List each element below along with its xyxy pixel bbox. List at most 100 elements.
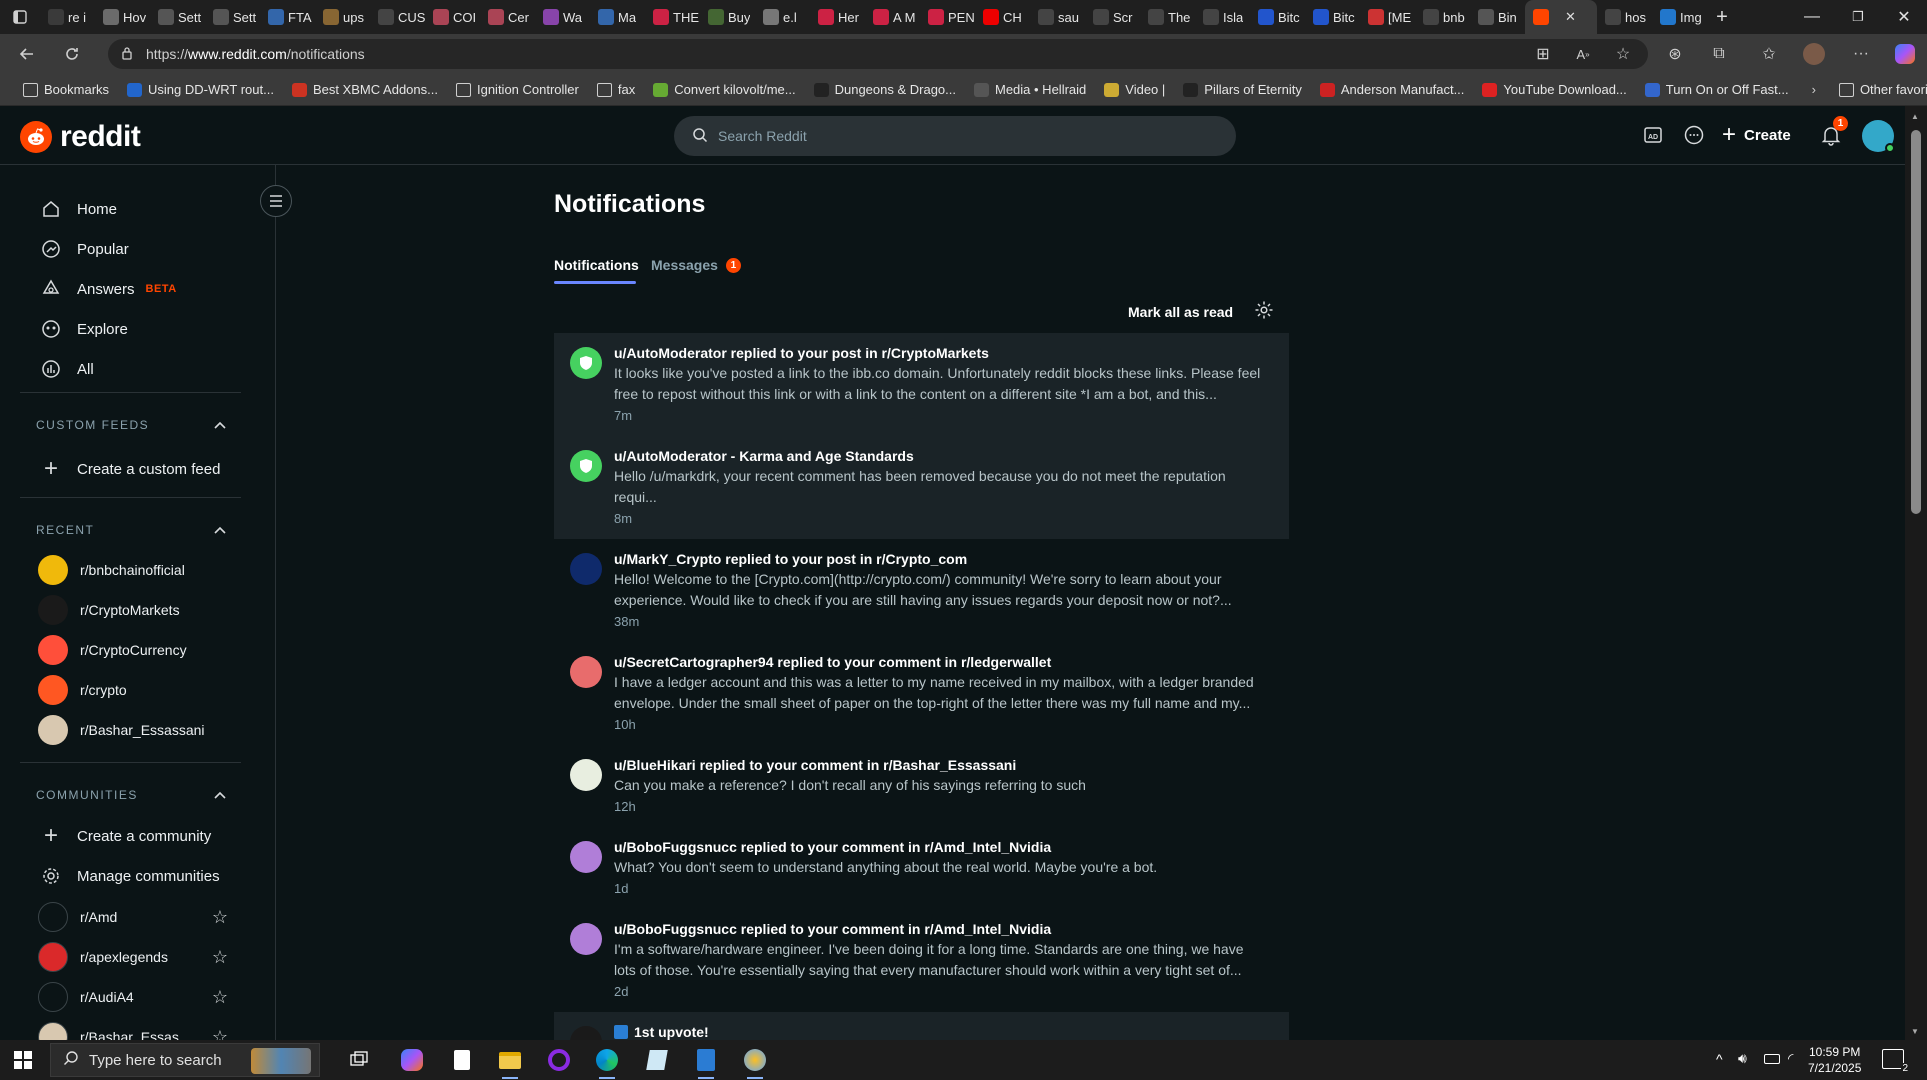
favorite-item[interactable]: Dungeons & Drago... [805, 82, 965, 97]
favorite-star-icon[interactable]: ☆ [212, 987, 228, 1008]
notification-item[interactable]: u/AutoModerator replied to your post in … [554, 333, 1289, 436]
action-center-icon[interactable]: 2 [1882, 1049, 1909, 1074]
notifications-bell-icon[interactable]: 1 [1818, 116, 1848, 148]
extension-icon[interactable]: ⊛ [1664, 43, 1686, 65]
scroll-down-arrow-icon[interactable]: ▼ [1911, 1027, 1919, 1036]
browser-tab[interactable]: Img [1652, 0, 1707, 34]
create-button[interactable]: + Create [1722, 118, 1791, 152]
favorite-item[interactable]: Turn On or Off Fast... [1636, 82, 1798, 97]
favorite-item[interactable]: YouTube Download... [1473, 82, 1635, 97]
extensions-puzzle-icon[interactable]: ⧉ [1708, 43, 1730, 65]
browser-tab[interactable]: Bin [1470, 0, 1525, 34]
favorite-star-icon[interactable]: ☆ [212, 947, 228, 968]
browser-tab[interactable]: Wa [535, 0, 590, 34]
other-favorites-folder[interactable]: Other favorites [1830, 82, 1927, 97]
browser-tab[interactable]: COI [425, 0, 480, 34]
browser-tab[interactable]: Sett [150, 0, 205, 34]
recent-subreddit-item[interactable]: r/Bashar_Essassani [38, 715, 228, 745]
paint-app-icon[interactable] [741, 1046, 769, 1079]
communities-section-header[interactable]: COMMUNITIES [36, 788, 226, 802]
browser-tab[interactable]: Hov [95, 0, 150, 34]
community-item[interactable]: r/Amd ☆ [38, 902, 228, 932]
browser-tab[interactable]: THE [645, 0, 700, 34]
favorite-item[interactable]: fax [588, 82, 644, 97]
browser-tab[interactable]: CUS [370, 0, 425, 34]
notification-item[interactable]: u/BlueHikari replied to your comment in … [554, 745, 1289, 827]
recent-subreddit-item[interactable]: r/CryptoCurrency [38, 635, 228, 665]
favorite-item[interactable]: Using DD-WRT rout... [118, 82, 283, 97]
edge-browser-icon[interactable] [593, 1046, 621, 1079]
recent-section-header[interactable]: RECENT [36, 523, 226, 537]
show-hidden-icons-chevron-icon[interactable]: ^ [1716, 1051, 1723, 1067]
browser-tab[interactable]: [ME [1360, 0, 1415, 34]
browser-tab[interactable]: Ma [590, 0, 645, 34]
copilot-icon[interactable] [1894, 43, 1916, 65]
tab-messages[interactable]: Messages 1 [651, 257, 741, 273]
url-field[interactable]: https://www.reddit.com/notifications [108, 39, 1648, 69]
mark-all-read-button[interactable]: Mark all as read [1128, 304, 1233, 320]
notification-item[interactable]: u/MarkY_Crypto replied to your post in r… [554, 539, 1289, 642]
sidebar-item-answers[interactable]: Answers BETA [40, 278, 177, 300]
browser-tab[interactable]: Her [810, 0, 865, 34]
notepad-icon[interactable] [448, 1046, 476, 1074]
sidebar-item-all[interactable]: All [40, 358, 94, 380]
copilot-taskbar-icon[interactable] [398, 1046, 426, 1074]
browser-tab[interactable]: re i [40, 0, 95, 34]
volume-icon[interactable]: 🔊︎ [1738, 1050, 1747, 1067]
recent-subreddit-item[interactable]: r/bnbchainofficial [38, 555, 228, 585]
browser-tab[interactable]: PEN [920, 0, 975, 34]
scroll-up-arrow-icon[interactable]: ▲ [1911, 112, 1919, 121]
favorite-star-icon[interactable]: ☆ [212, 1027, 228, 1041]
favorite-item[interactable]: Pillars of Eternity [1174, 82, 1311, 97]
browser-tab[interactable]: Buy [700, 0, 755, 34]
profile-avatar-icon[interactable] [1803, 43, 1825, 65]
user-avatar[interactable] [1862, 120, 1895, 153]
close-tab-icon[interactable]: ✕ [1565, 9, 1576, 25]
task-view-icon[interactable] [346, 1046, 374, 1074]
sidebar-item-home[interactable]: Home [40, 198, 117, 220]
favorite-item[interactable]: Ignition Controller [447, 82, 588, 97]
file-explorer-icon[interactable] [496, 1046, 524, 1079]
favorites-list-icon[interactable]: ✩ [1758, 43, 1780, 65]
browser-tab[interactable]: Scr [1085, 0, 1140, 34]
refresh-button[interactable] [57, 39, 87, 69]
browser-tab[interactable]: ✕ [1525, 0, 1597, 34]
sidebar-item-explore[interactable]: Explore [40, 318, 128, 340]
favorite-item[interactable]: Anderson Manufact... [1311, 82, 1474, 97]
network-icon[interactable]: ◜ [1788, 1050, 1793, 1067]
favorite-item[interactable]: Video | [1095, 82, 1174, 97]
community-item[interactable]: r/AudiA4 ☆ [38, 982, 228, 1012]
notification-item[interactable]: u/AutoModerator - Karma and Age Standard… [554, 436, 1289, 539]
browser-tab[interactable]: A M [865, 0, 920, 34]
browser-tab[interactable]: The [1140, 0, 1195, 34]
more-menu-icon[interactable]: ··· [1850, 43, 1872, 65]
windows-start-icon[interactable] [14, 1051, 32, 1074]
notes-app-icon[interactable] [643, 1046, 671, 1074]
notification-settings-gear-icon[interactable] [1254, 300, 1276, 322]
favorite-item[interactable]: Media • Hellraid [965, 82, 1095, 97]
page-scrollbar[interactable]: ▲ ▼ [1905, 106, 1927, 1040]
close-window-button[interactable]: ✕ [1881, 7, 1927, 27]
system-clock[interactable]: 10:59 PM 7/21/2025 [1808, 1044, 1861, 1076]
favorite-item[interactable]: Best XBMC Addons... [283, 82, 447, 97]
notification-item[interactable]: u/BoboFuggsnucc replied to your comment … [554, 909, 1289, 1012]
app-available-icon[interactable]: ⊞ [1532, 43, 1554, 65]
battery-icon[interactable] [1764, 1054, 1780, 1064]
browser-tab[interactable]: Bitc [1305, 0, 1360, 34]
collapse-sidebar-button[interactable] [260, 185, 292, 217]
create-custom-feed-item[interactable]: + Create a custom feed [40, 455, 220, 482]
community-item[interactable]: r/apexlegends ☆ [38, 942, 228, 972]
browser-tab[interactable]: bnb [1415, 0, 1470, 34]
browser-tab[interactable]: ups [315, 0, 370, 34]
tab-actions-icon[interactable] [0, 0, 40, 34]
browser-tab[interactable]: Sett [205, 0, 260, 34]
browser-tab[interactable]: CH [975, 0, 1030, 34]
favorite-item[interactable]: Bookmarks [14, 82, 118, 97]
favorite-star-icon[interactable]: ☆ [1612, 43, 1634, 65]
advertise-icon[interactable]: AD [1640, 122, 1666, 148]
back-button[interactable] [12, 39, 42, 69]
search-input[interactable]: Search Reddit [674, 116, 1236, 156]
minimize-button[interactable]: — [1789, 8, 1835, 26]
manage-communities-item[interactable]: Manage communities [40, 865, 220, 887]
create-community-item[interactable]: + Create a community [40, 822, 211, 849]
